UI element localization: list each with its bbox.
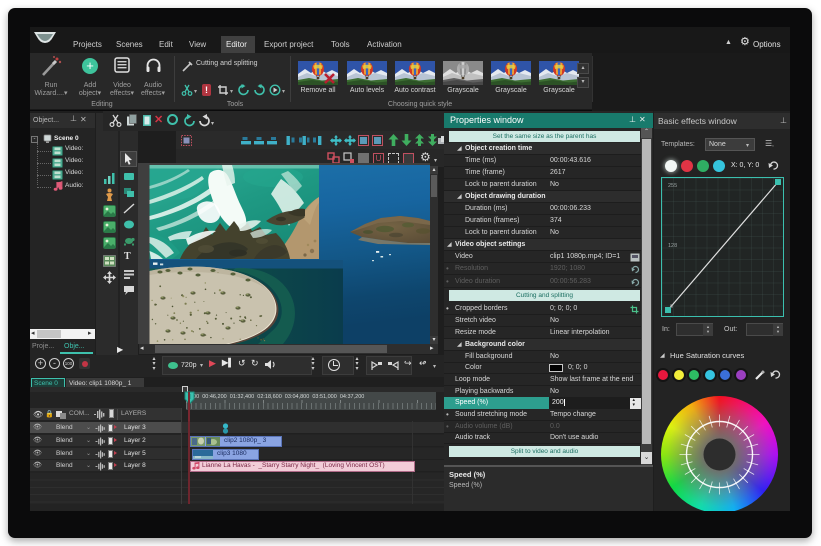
svg-text:255: 255 bbox=[668, 183, 677, 189]
svg-text:0: 0 bbox=[670, 304, 673, 310]
svg-text:128: 128 bbox=[668, 243, 677, 249]
